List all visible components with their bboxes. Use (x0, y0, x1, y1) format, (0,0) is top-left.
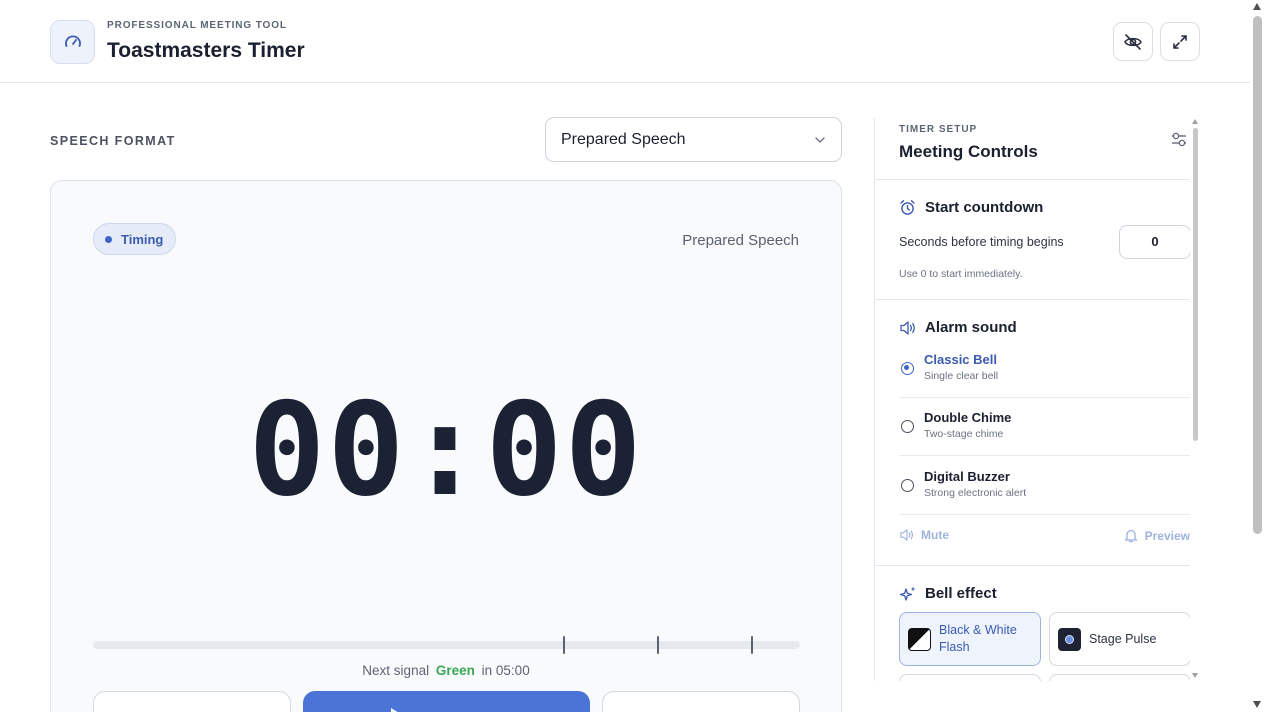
effect-option[interactable] (1049, 674, 1190, 681)
next-signal-color: Green (435, 663, 475, 678)
divider (875, 299, 1190, 300)
panel-scroll-down-arrow[interactable] (1192, 673, 1198, 678)
speech-format-label: SPEECH FORMAT (50, 134, 176, 148)
preview-label: Preview (1144, 528, 1190, 543)
alarm-option-name: Digital Buzzer (924, 469, 1010, 484)
alarm-sound-title: Alarm sound (925, 319, 1017, 336)
yellow-signal-marker (657, 636, 659, 654)
start-button[interactable] (303, 691, 590, 712)
current-format: Prepared Speech (682, 232, 799, 249)
speech-format-select[interactable]: Prepared Speech (545, 117, 842, 162)
divider (875, 179, 1190, 180)
preview-button[interactable]: Preview (1124, 528, 1190, 543)
radio[interactable] (901, 420, 914, 433)
next-signal: Next signal Green in 05:00 (51, 663, 841, 678)
hide-display-button[interactable] (1113, 22, 1153, 61)
speaker-icon (900, 529, 913, 541)
play-icon (391, 708, 398, 712)
status-dot (105, 235, 112, 243)
panel-title: Meeting Controls (899, 142, 1038, 161)
app-eyebrow: PROFESSIONAL MEETING TOOL (107, 20, 287, 31)
alarm-clock-icon (900, 200, 915, 215)
alarm-option-desc: Strong electronic alert (924, 487, 1027, 499)
effect-black-white-flash[interactable]: Black & White Flash (899, 612, 1041, 666)
bell-icon (1124, 529, 1137, 543)
page-scrollbar-thumb[interactable] (1253, 16, 1262, 534)
scroll-up-arrow[interactable] (1253, 3, 1261, 10)
countdown-title: Start countdown (925, 199, 1044, 216)
next-signal-prefix: Next signal (362, 663, 430, 678)
effect-label: Stage Pulse (1089, 632, 1157, 646)
mute-button[interactable]: Mute (899, 528, 949, 542)
timer-card: Timing Prepared Speech 00:00 Next signal… (50, 180, 842, 712)
radio-selected[interactable] (901, 362, 914, 375)
progress-track (93, 636, 800, 654)
panel-scrollbar-thumb[interactable] (1193, 128, 1198, 441)
speaker-icon (900, 321, 915, 335)
countdown-hint: Use 0 to start immediately. (899, 268, 1023, 280)
alarm-option-classic-bell[interactable]: Classic Bell Single clear bell (899, 340, 1190, 398)
speech-format-value: Prepared Speech (561, 130, 686, 148)
app-title: Toastmasters Timer (107, 39, 305, 62)
timer-display: 00:00 (248, 376, 644, 525)
app-root: PROFESSIONAL MEETING TOOL Toastmasters T… (0, 0, 1265, 712)
alarm-option-digital-buzzer[interactable]: Digital Buzzer Strong electronic alert (899, 457, 1190, 515)
flash-swatch-icon (908, 627, 931, 651)
sliders-icon[interactable] (1171, 131, 1187, 149)
mute-label: Mute (921, 528, 949, 542)
effect-option[interactable] (899, 674, 1041, 681)
pulse-swatch-icon (1058, 627, 1081, 651)
status-badge: Timing (93, 223, 177, 255)
logo (50, 20, 95, 64)
reset-button[interactable] (93, 691, 291, 712)
fullscreen-button[interactable] (1160, 22, 1200, 61)
meeting-controls-panel: TIMER SETUP Meeting Controls Start count… (874, 118, 1190, 681)
chevron-down-icon (815, 137, 825, 143)
next-signal-time: in 05:00 (481, 663, 530, 678)
expand-icon (1173, 34, 1187, 49)
radio[interactable] (901, 479, 914, 492)
effect-label: Black & White Flash (939, 623, 1017, 654)
alarm-option-name: Double Chime (924, 410, 1012, 425)
bell-effect-title: Bell effect (925, 585, 997, 602)
scroll-down-arrow[interactable] (1253, 701, 1261, 708)
alarm-option-name: Classic Bell (924, 352, 997, 367)
speedometer-icon (64, 35, 81, 47)
status-text: Timing (121, 231, 164, 247)
divider (875, 565, 1190, 566)
panel-scroll-up-arrow[interactable] (1192, 119, 1198, 124)
alarm-option-double-chime[interactable]: Double Chime Two-stage chime (899, 398, 1190, 456)
eye-off-icon (1124, 33, 1142, 50)
green-signal-marker (563, 636, 565, 654)
effect-stage-pulse[interactable]: Stage Pulse (1049, 612, 1190, 666)
red-signal-marker (751, 636, 753, 654)
countdown-seconds-input[interactable]: 0 (1119, 225, 1190, 259)
alarm-option-desc: Two-stage chime (924, 428, 1004, 440)
countdown-label: Seconds before timing begins (899, 235, 1064, 249)
sparkles-icon (899, 586, 916, 601)
app-header: PROFESSIONAL MEETING TOOL Toastmasters T… (0, 0, 1250, 83)
panel-eyebrow: TIMER SETUP (899, 124, 978, 135)
signal-screen-button[interactable] (602, 691, 800, 712)
alarm-option-desc: Single clear bell (924, 370, 999, 382)
